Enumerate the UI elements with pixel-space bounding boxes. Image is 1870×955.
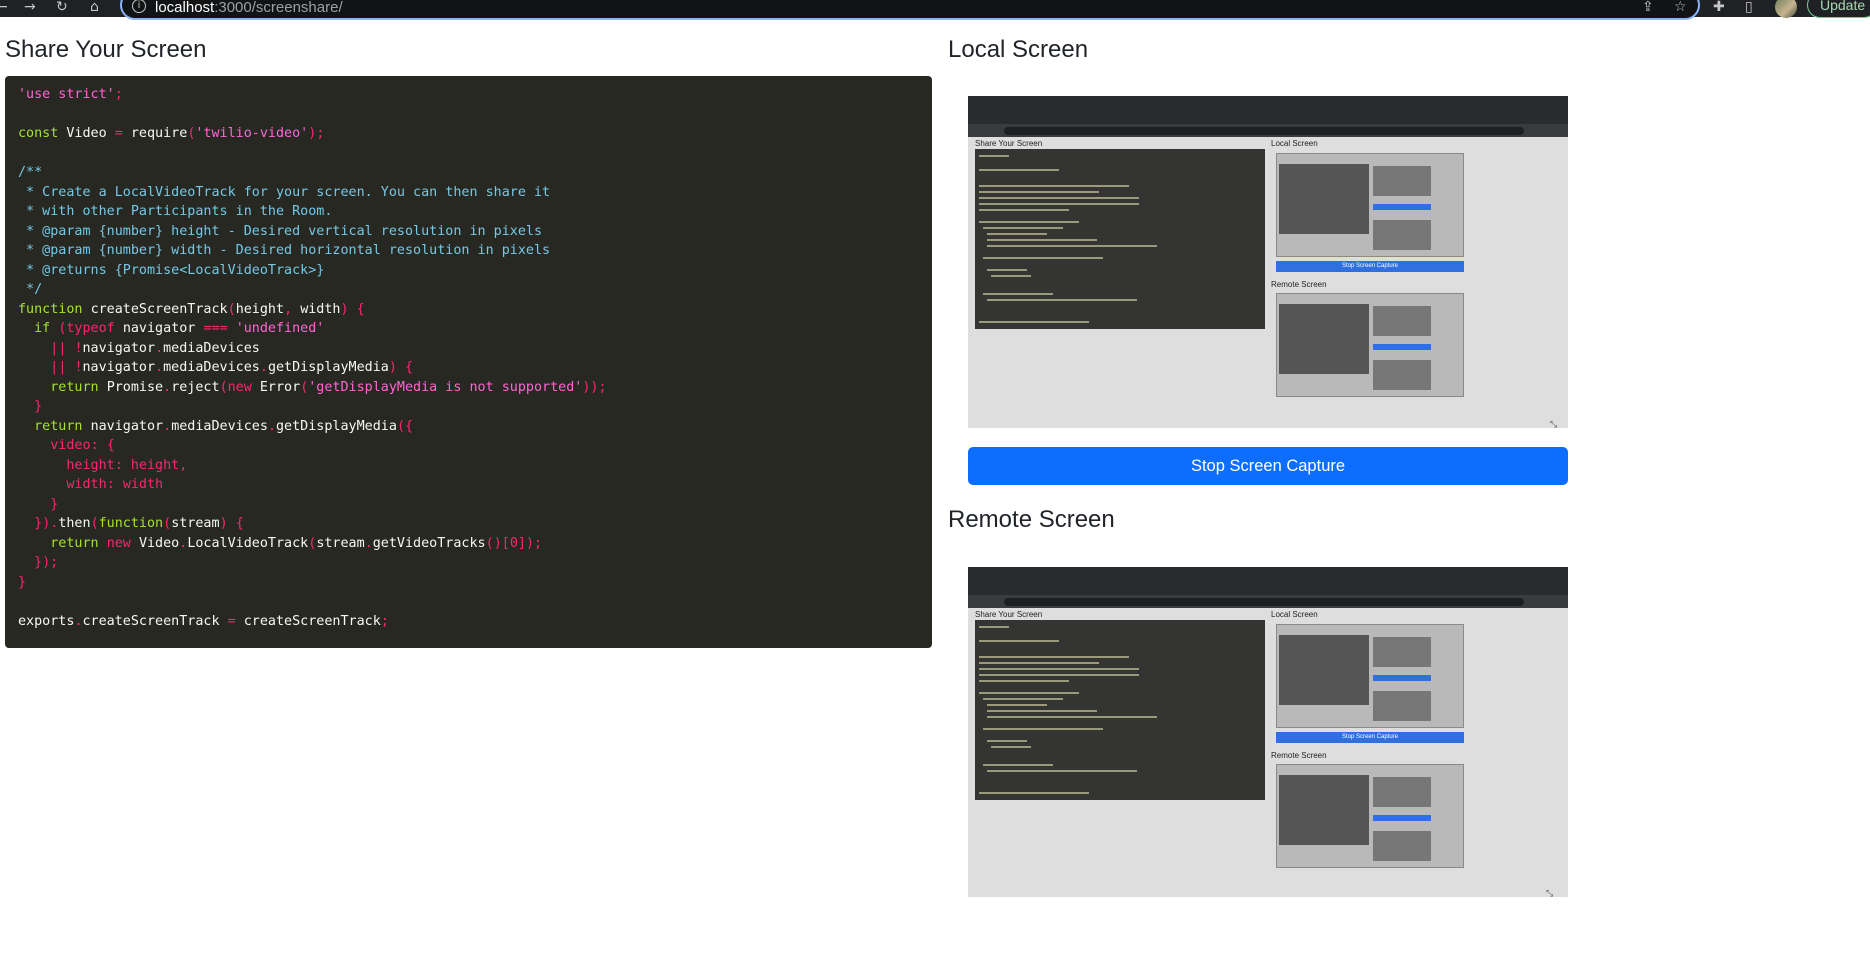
avatar[interactable] (1775, 0, 1797, 18)
code-line: * with other Participants in the Room. (18, 204, 333, 220)
mirror-local-heading: Local Screen (1271, 610, 1318, 619)
stop-screen-capture-button[interactable]: Stop Screen Capture (968, 447, 1568, 485)
reload-icon[interactable]: ↻ (56, 0, 68, 17)
code-block: 'use strict'; const Video = require('twil… (5, 76, 932, 648)
code-line: const Video = require('twilio-video'); (18, 126, 325, 142)
mirror-code-block (975, 149, 1265, 329)
mirror-local-video (1276, 153, 1464, 257)
mirrored-browser-chrome (968, 567, 1568, 608)
mirror-local-video (1276, 624, 1464, 728)
code-line: } (50, 496, 59, 512)
mirror-share-heading: Share Your Screen (975, 139, 1043, 148)
mirror-remote-video (1276, 764, 1464, 868)
code-line: exports.createScreenTrack = createScreen… (18, 613, 389, 629)
code-line: if (typeof navigator === 'undefined' (34, 321, 325, 337)
code-line: return Promise.reject(new Error('getDisp… (50, 379, 607, 395)
code-line: } (34, 399, 43, 415)
code-line: width: width (66, 477, 164, 493)
browser-toolbar: ← → ↻ ⌂ i localhost:3000/screenshare/ ⇪ … (0, 0, 1870, 20)
mirror-local-heading: Local Screen (1271, 139, 1318, 148)
back-arrow-icon[interactable]: ← (0, 0, 8, 17)
code-line: function createScreenTrack(height, width… (18, 301, 365, 317)
mirrored-browser-chrome (968, 96, 1568, 137)
home-icon[interactable]: ⌂ (90, 0, 99, 17)
share-icon[interactable]: ⇪ (1642, 0, 1654, 17)
star-icon[interactable]: ☆ (1674, 0, 1687, 17)
page-title: Share Your Screen (5, 36, 207, 63)
code-line: 'use strict'; (18, 87, 123, 102)
code-line: * Create a LocalVideoTrack for your scre… (18, 184, 551, 200)
code-line: || !navigator.mediaDevices.getDisplayMed… (50, 360, 414, 376)
code-line: * @param {number} height - Desired verti… (18, 223, 543, 239)
address-bar[interactable]: i localhost:3000/screenshare/ (120, 0, 1700, 20)
code-line: return navigator.mediaDevices.getDisplay… (34, 418, 414, 434)
mirror-remote-heading: Remote Screen (1271, 280, 1327, 289)
code-line: * @param {number} width - Desired horizo… (18, 243, 551, 259)
info-icon[interactable]: i (132, 0, 146, 13)
mirror-share-heading: Share Your Screen (975, 610, 1043, 619)
local-video: Share Your Screen Local Screen Stop Scre… (968, 96, 1568, 428)
code-line: } (18, 574, 27, 590)
update-button[interactable]: Update (1807, 0, 1870, 18)
code-line: /** (18, 165, 43, 181)
code-line: * @returns {Promise<LocalVideoTrack>} (18, 262, 325, 278)
side-panel-icon[interactable]: ▯ (1745, 0, 1753, 17)
url-text[interactable]: localhost:3000/screenshare/ (155, 0, 343, 16)
resize-handle-icon[interactable]: ⤡ (1550, 420, 1560, 430)
mirror-remote-video (1276, 293, 1464, 397)
code-line: video: { (50, 438, 115, 454)
mirror-stop-button: Stop Screen Capture (1276, 261, 1464, 272)
code-line: height: height, (66, 457, 188, 473)
extensions-icon[interactable]: ✚ (1713, 0, 1725, 17)
resize-handle-icon[interactable]: ⤡ (1546, 889, 1556, 899)
code-line: }).then(function(stream) { (34, 516, 244, 532)
local-screen-heading: Local Screen (948, 36, 1089, 63)
mirror-remote-heading: Remote Screen (1271, 751, 1327, 760)
remote-screen-heading: Remote Screen (948, 506, 1115, 533)
forward-arrow-icon[interactable]: → (24, 0, 36, 17)
mirror-code-block (975, 620, 1265, 800)
code-line: return new Video.LocalVideoTrack(stream.… (50, 535, 543, 551)
code-line: }); (34, 555, 59, 571)
remote-video: Share Your Screen Local Screen Stop Scre… (968, 567, 1568, 897)
code-line: */ (18, 282, 43, 298)
code-line: || !navigator.mediaDevices (50, 340, 260, 356)
mirror-stop-button: Stop Screen Capture (1276, 732, 1464, 743)
